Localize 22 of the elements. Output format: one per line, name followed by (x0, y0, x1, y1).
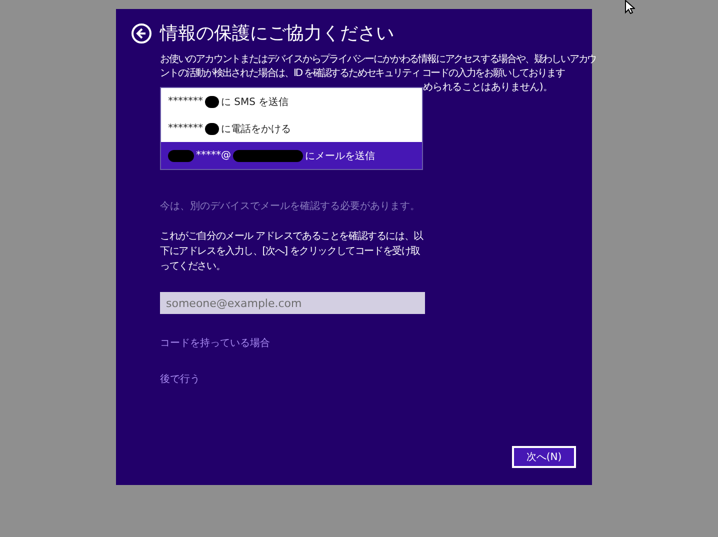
dropdown-option[interactable]: *****@ にメールを送信 (161, 142, 422, 169)
option-label: に SMS を送信 (221, 96, 289, 108)
text-link[interactable]: コードを持っている場合 (160, 336, 270, 350)
next-button[interactable]: 次へ(N) (512, 446, 576, 468)
redaction-mark (205, 96, 219, 108)
text-link[interactable]: 後で行う (160, 372, 200, 386)
description-text: められることはありません)。 (422, 81, 554, 95)
redaction-mark (168, 150, 194, 162)
redaction-mark (205, 122, 219, 134)
option-label: に電話をかける (221, 122, 291, 136)
instruction-text: これがご自分のメール アドレスであることを確認するには、以下にアドレスを入力し、[次へ] をクリックしてコードを受け取ってください。 (160, 230, 424, 274)
back-icon[interactable] (131, 22, 152, 44)
masked-contact: *****@ (196, 150, 231, 161)
masked-contact: ******* (168, 96, 203, 107)
description-text: ントの活動が検出された場合は、ID を確認するためセキュリティ コードの入力をお願いしております (160, 67, 564, 81)
email-field[interactable]: someone@example.com (160, 292, 425, 314)
redaction-mark (233, 150, 303, 162)
dialog-title: 情報の保護にご協力ください (160, 22, 394, 45)
hint-text: 今は、別のデバイスでメールを確認する必要があります。 (160, 200, 421, 213)
option-label: にメールを送信 (305, 150, 375, 162)
mouse-pointer-icon (625, 0, 635, 14)
masked-contact: ******* (168, 123, 203, 134)
